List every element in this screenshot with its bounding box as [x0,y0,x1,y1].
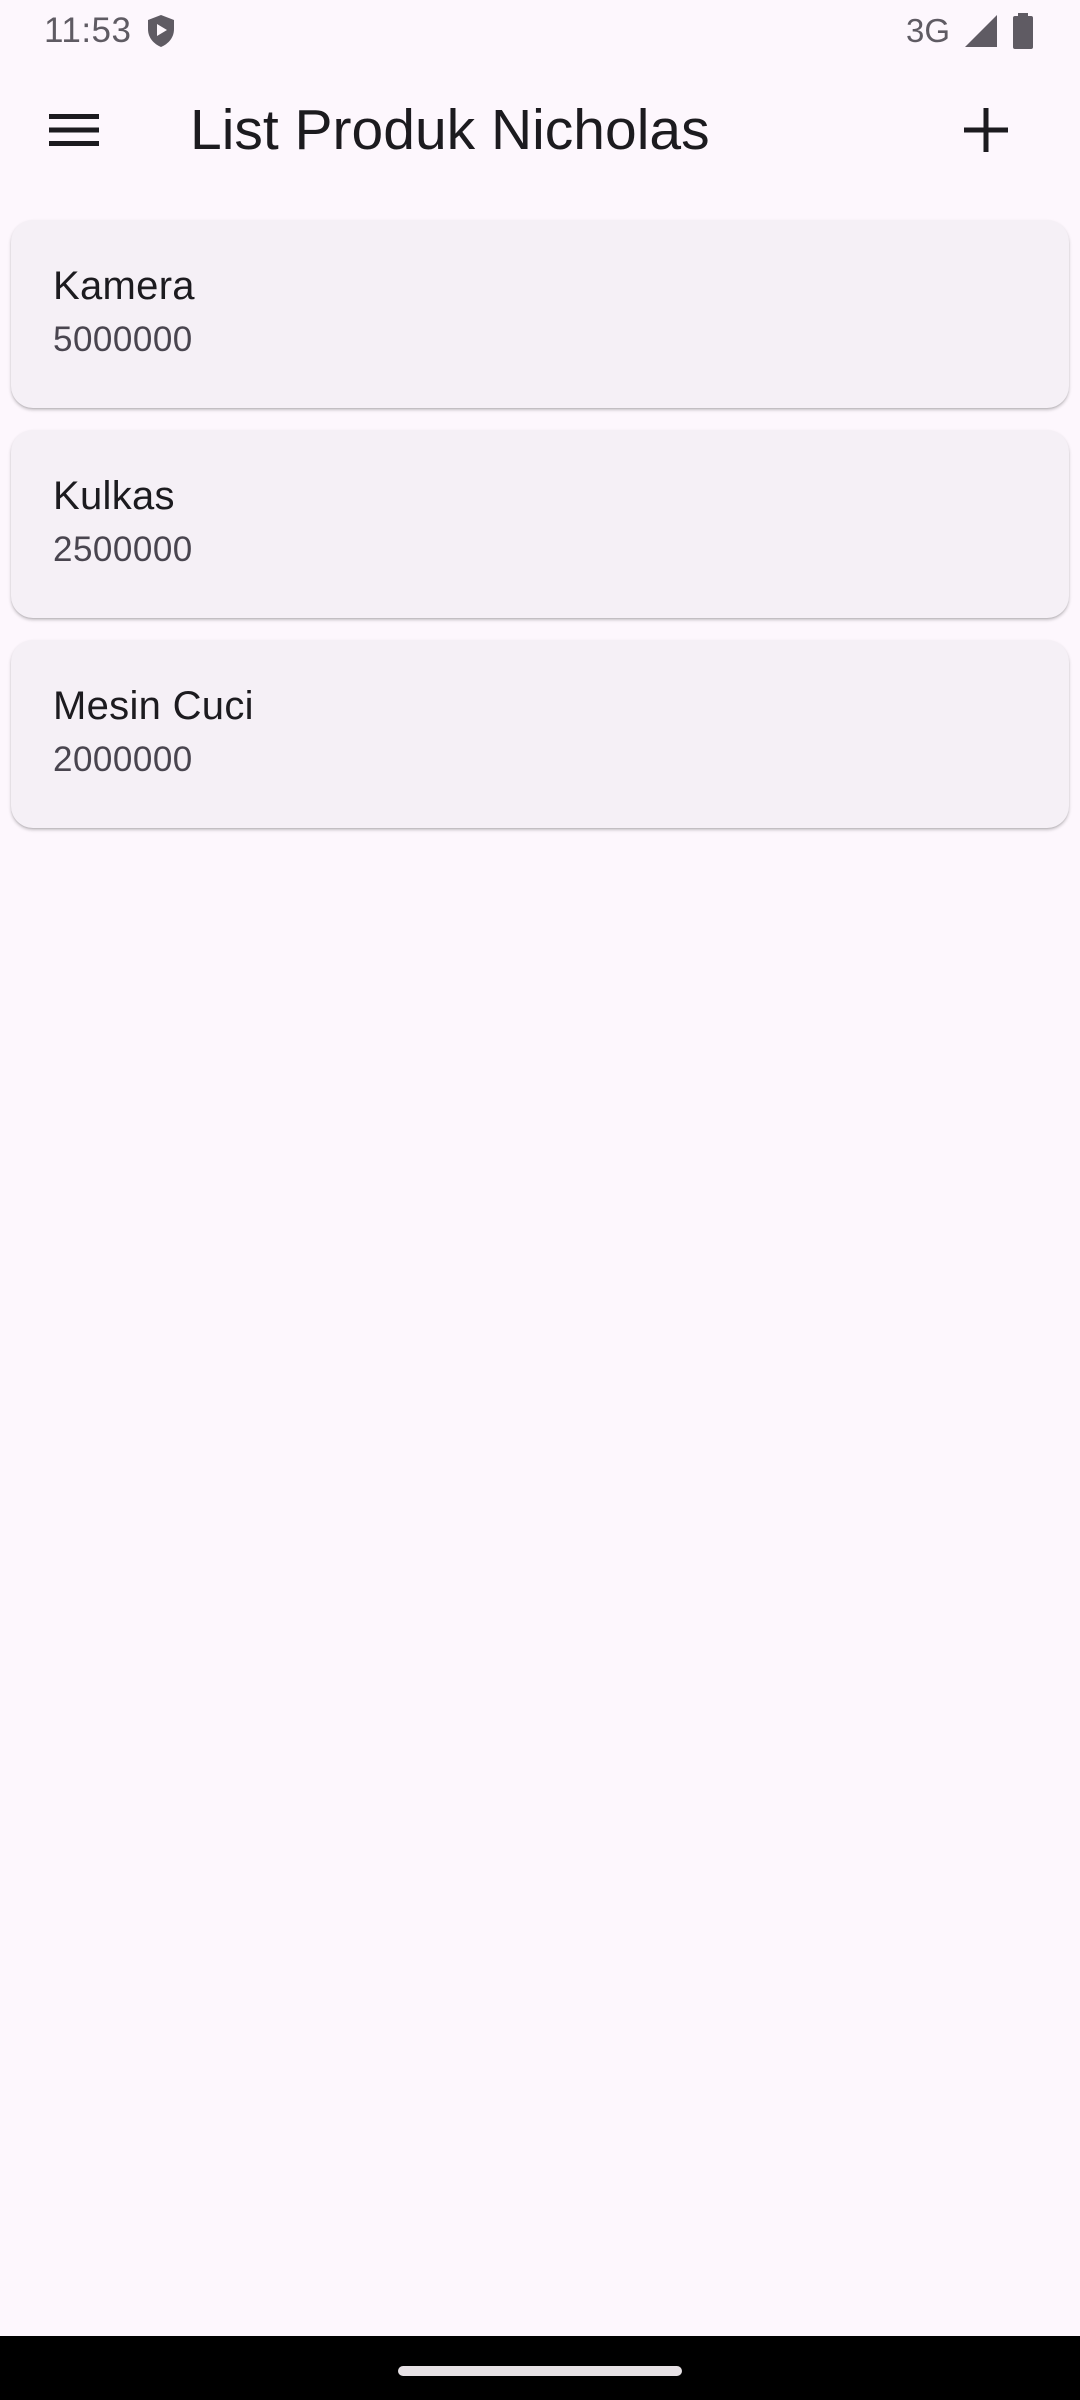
status-right: 3G [906,12,1034,50]
home-indicator[interactable] [398,2366,682,2376]
navigation-bar [0,2336,1080,2400]
shield-icon [146,14,176,48]
page-title: List Produk Nicholas [190,98,710,162]
product-card-kulkas[interactable]: Kulkas 2500000 [11,430,1069,618]
battery-icon [1012,13,1034,49]
product-name: Kulkas [53,474,175,518]
app-screen: 11:53 3G List Produk Nicholas Kamera 500… [0,0,1080,2400]
status-bar: 11:53 3G [0,0,1080,62]
add-product-button[interactable] [938,82,1034,178]
product-list: Kamera 5000000 Kulkas 2500000 Mesin Cuci… [11,220,1069,850]
product-price: 2500000 [53,530,193,569]
product-price: 2000000 [53,740,193,779]
product-name: Kamera [53,264,195,308]
product-card-kamera[interactable]: Kamera 5000000 [11,220,1069,408]
add-icon [964,108,1008,152]
product-card-mesin-cuci[interactable]: Mesin Cuci 2000000 [11,640,1069,828]
product-price: 5000000 [53,320,193,359]
app-bar: List Produk Nicholas [0,62,1080,210]
status-left: 11:53 [44,11,176,51]
menu-button[interactable] [26,82,122,178]
signal-icon [964,14,998,48]
network-type: 3G [905,12,950,49]
status-time: 11:53 [44,11,132,50]
product-name: Mesin Cuci [53,684,254,728]
menu-icon [49,112,99,148]
